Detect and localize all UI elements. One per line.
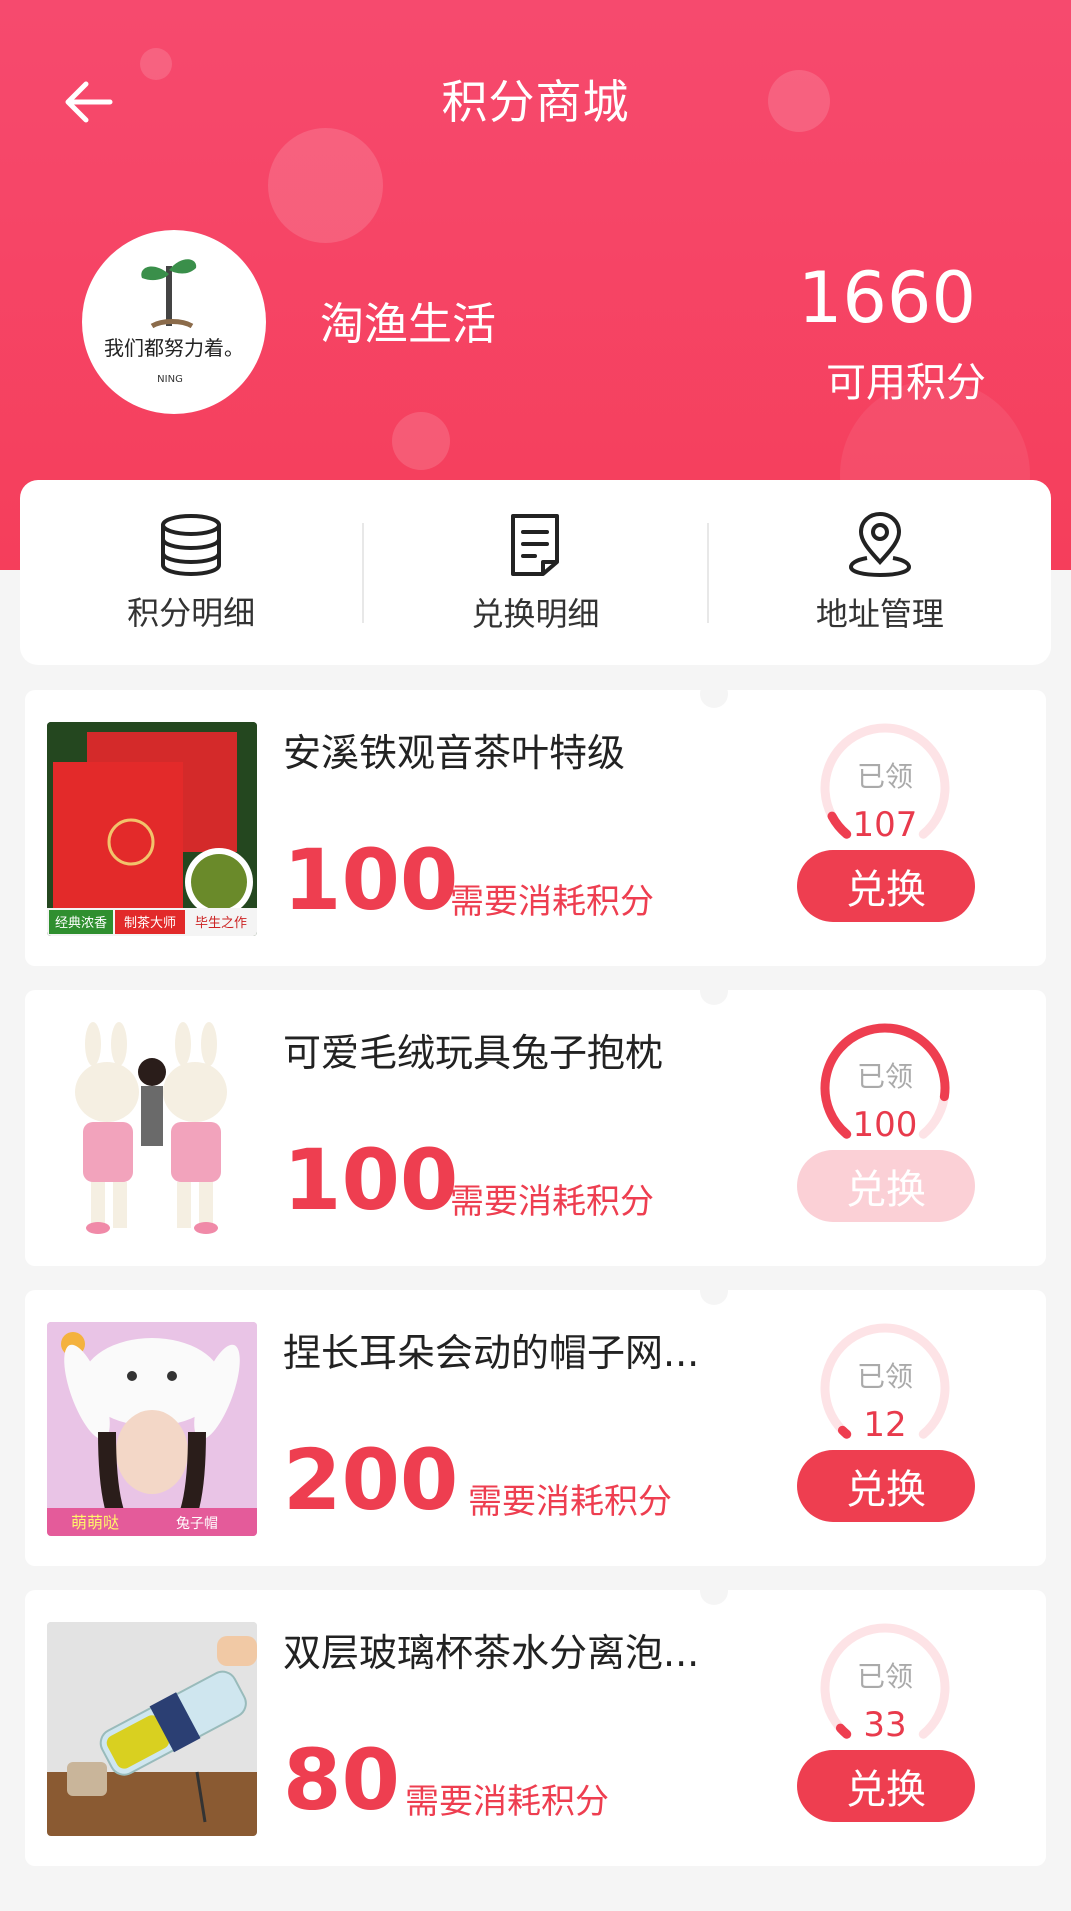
username: 淘渔生活	[320, 299, 496, 350]
redeem-button[interactable]: 兑换	[797, 1750, 975, 1822]
card-notch	[700, 977, 728, 1005]
image-tag: 毕生之作	[195, 916, 247, 931]
card-notch	[700, 1277, 728, 1305]
image-tag: 经典浓香	[55, 916, 107, 931]
menu-points-detail[interactable]: 积分明细	[20, 480, 362, 665]
product-name: 可爱毛绒玩具兔子抱枕	[283, 1031, 664, 1075]
product-card[interactable]: 双层玻璃杯茶水分离泡... 80 需要消耗积分 已领 33 兑换	[25, 1590, 1046, 1866]
product-name: 双层玻璃杯茶水分离泡...	[283, 1631, 700, 1675]
claimed-label: 已领	[856, 1660, 913, 1693]
product-image	[47, 1022, 257, 1236]
price-label: 需要消耗积分	[468, 1482, 672, 1522]
product-name: 捏长耳朵会动的帽子网...	[283, 1331, 700, 1375]
price-label: 需要消耗积分	[450, 1182, 654, 1222]
image-tag: 萌萌哒	[71, 1513, 119, 1532]
product-price: 200	[283, 1431, 459, 1529]
product-price: 100	[283, 831, 459, 929]
avatar-subtext: NING	[157, 374, 183, 385]
claimed-count: 100	[852, 1105, 918, 1145]
avatar[interactable]: 我们都努力着。 NING	[82, 230, 266, 414]
location-pin-icon	[848, 511, 911, 577]
price-label: 需要消耗积分	[450, 882, 654, 922]
menu-label: 地址管理	[815, 594, 944, 633]
product-image: 萌萌哒 兔子帽	[47, 1322, 257, 1536]
product-card[interactable]: 可爱毛绒玩具兔子抱枕 100 需要消耗积分 已领 100 兑换	[25, 990, 1046, 1266]
claimed-count: 107	[852, 805, 918, 845]
menu-label: 兑换明细	[471, 594, 600, 633]
image-tag: 兔子帽	[176, 1516, 218, 1532]
card-notch	[700, 680, 728, 708]
image-tag: 制茶大师	[124, 915, 176, 931]
coins-stack-icon	[161, 513, 222, 576]
claimed-label: 已领	[856, 1060, 913, 1093]
product-image: 经典浓香 制茶大师 毕生之作	[47, 722, 257, 936]
document-list-icon	[511, 513, 560, 576]
available-points-label: 可用积分	[826, 360, 986, 406]
claimed-label: 已领	[856, 1360, 913, 1393]
redeem-button[interactable]: 兑换	[797, 1450, 975, 1522]
product-image	[47, 1622, 257, 1836]
menu-address-management[interactable]: 地址管理	[709, 480, 1051, 665]
product-name: 安溪铁观音茶叶特级	[283, 731, 626, 775]
avatar-image: 我们都努力着。 NING	[104, 259, 244, 385]
menu-label: 积分明细	[127, 593, 256, 632]
product-card[interactable]: 经典浓香 制茶大师 毕生之作 安溪铁观音茶叶特级 100 需要消耗积分 已领 1…	[25, 690, 1046, 966]
avatar-text: 我们都努力着。	[104, 336, 244, 360]
product-price: 100	[283, 1131, 459, 1229]
redeem-button[interactable]: 兑换	[797, 850, 975, 922]
page-title: 积分商城	[441, 75, 630, 129]
redeem-button: 兑换	[797, 1150, 975, 1222]
claimed-count: 33	[863, 1705, 907, 1745]
menu-card: 积分明细 兑换明细 地址管理	[20, 480, 1051, 665]
claimed-count: 12	[863, 1405, 907, 1445]
product-card[interactable]: 萌萌哒 兔子帽 捏长耳朵会动的帽子网... 200 需要消耗积分 已领 12 兑…	[25, 1290, 1046, 1566]
product-price: 80	[283, 1731, 400, 1829]
decor-bubble	[268, 128, 383, 243]
menu-exchange-detail[interactable]: 兑换明细	[364, 480, 706, 665]
claimed-label: 已领	[856, 760, 913, 793]
decor-bubble	[392, 412, 450, 470]
price-label: 需要消耗积分	[405, 1782, 609, 1822]
card-notch	[700, 1577, 728, 1605]
available-points-value: 1660	[797, 257, 976, 339]
